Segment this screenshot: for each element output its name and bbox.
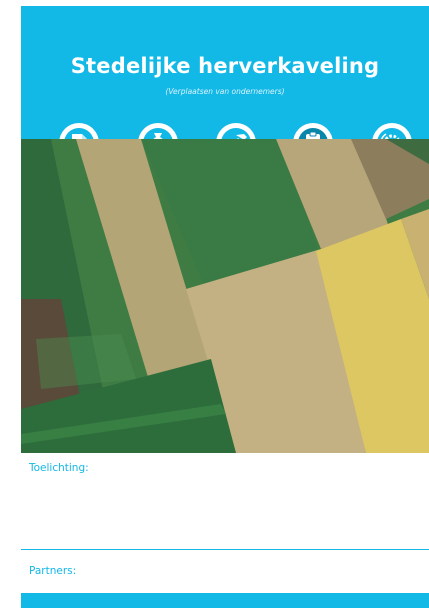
partners-label: Partners:	[29, 565, 77, 577]
page-subtitle: (Verplaatsen van ondernemers)	[165, 87, 285, 96]
divider	[21, 549, 429, 550]
aerial-fields-photo	[21, 139, 429, 453]
page-title: Stedelijke herverkaveling	[70, 54, 380, 78]
explanation-label: Toelichting:	[29, 462, 89, 474]
notes-panel: Toelichting: Partners:	[21, 453, 429, 593]
